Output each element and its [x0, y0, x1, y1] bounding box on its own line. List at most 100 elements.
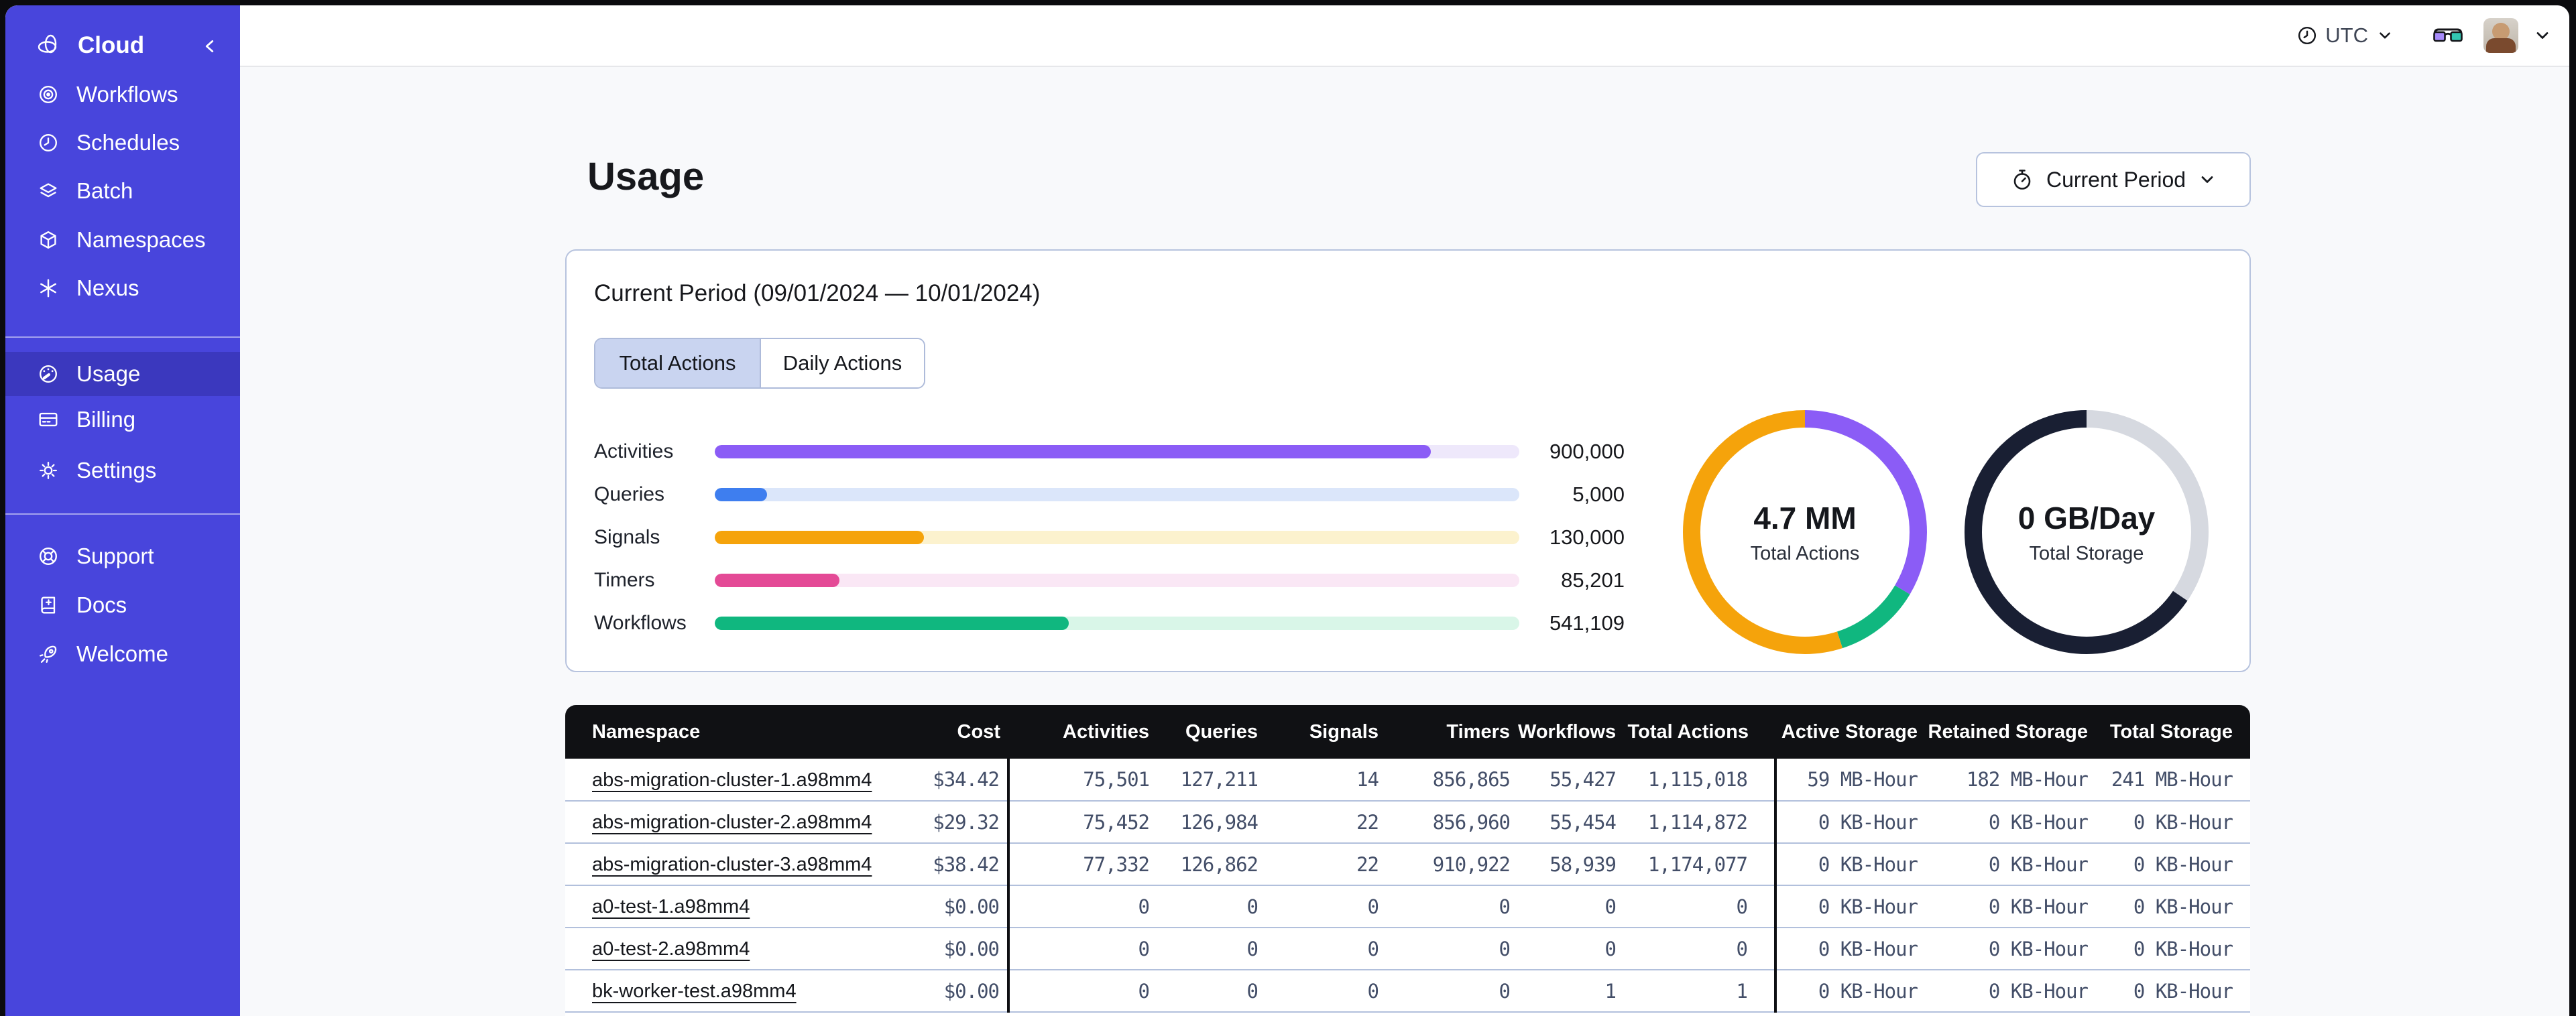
- value-cell: 856,865: [1387, 759, 1518, 802]
- column-header: Timers: [1387, 705, 1518, 759]
- value-cell: 0: [1157, 928, 1266, 970]
- namespace-link[interactable]: abs-migration-cluster-2.a98mm4: [592, 812, 872, 833]
- namespace-link[interactable]: bk-worker-test.a98mm4: [592, 980, 797, 1002]
- bar-track: [715, 445, 1519, 458]
- bar-category-label: Signals: [594, 526, 660, 548]
- value-cell: 0 KB-Hour: [1923, 885, 2093, 928]
- bar-category-label: Timers: [594, 569, 655, 591]
- value-cell: 22: [1266, 801, 1387, 844]
- sidebar-item-workflows[interactable]: Workflows: [5, 70, 240, 119]
- sidebar-item-label: Welcome: [76, 641, 168, 666]
- sidebar-item-nexus[interactable]: Nexus: [5, 264, 240, 312]
- value-cell: 0 KB-Hour: [1774, 928, 1923, 970]
- value-cell: $0.00: [803, 928, 1008, 970]
- bar-fill: [715, 617, 1069, 630]
- column-header: Workflows: [1518, 705, 1624, 759]
- sidebar: Cloud Workflows Schedules Batch Namespac…: [5, 5, 240, 1016]
- sidebar-item-usage[interactable]: Usage: [5, 352, 240, 396]
- value-cell: 1,115,018: [1624, 759, 1775, 802]
- sidebar-item-docs[interactable]: Docs: [5, 581, 240, 629]
- sidebar-item-namespaces[interactable]: Namespaces: [5, 216, 240, 264]
- namespace-cell: bk-worker-test.a98mm4: [565, 970, 803, 1013]
- sidebar-item-schedules[interactable]: Schedules: [5, 119, 240, 167]
- value-cell: 1,174,077: [1624, 843, 1775, 886]
- sidebar-item-settings[interactable]: Settings: [5, 446, 240, 495]
- namespace-link[interactable]: a0-test-2.a98mm4: [592, 938, 750, 960]
- donut-center-text: 0 GB/Day Total Storage: [1956, 401, 2217, 663]
- sidebar-item-label: Billing: [76, 407, 136, 432]
- period-selector-button[interactable]: Current Period: [1976, 152, 2251, 207]
- tab-total-actions[interactable]: Total Actions: [595, 339, 760, 387]
- value-cell: 22: [1266, 843, 1387, 886]
- welcome-rocket-icon: [40, 645, 57, 663]
- column-header: Total Actions: [1624, 705, 1775, 759]
- value-cell: 0: [1007, 928, 1157, 970]
- avatar[interactable]: [2483, 18, 2518, 53]
- bar-value: 130,000: [1549, 525, 1625, 549]
- tab-daily-actions[interactable]: Daily Actions: [760, 339, 924, 387]
- value-cell: 0: [1387, 970, 1518, 1013]
- sidebar-divider: [5, 513, 240, 515]
- namespace-cell: a0-test-1.a98mm4: [565, 885, 803, 928]
- value-cell: 1: [1518, 970, 1624, 1013]
- namespace-cell: abs-migration-cluster-2.a98mm4: [565, 801, 872, 844]
- donut-center-text: 4.7 MM Total Actions: [1674, 401, 1936, 663]
- table-row: a0-test-2.a98mm4 $0.00 0 0 0 0 0 0 0 KB-Hour 0 KB…: [565, 928, 2250, 970]
- sidebar-item-billing[interactable]: Billing: [5, 395, 240, 444]
- schedules-icon: [40, 134, 57, 151]
- bar-value: 900,000: [1549, 440, 1625, 463]
- topbar: UTC: [240, 5, 2569, 67]
- sidebar-collapse-icon[interactable]: [198, 35, 221, 61]
- billing-card-icon: [39, 412, 58, 427]
- value-cell: 0: [1007, 885, 1157, 928]
- value-cell: 182 MB-Hour: [1923, 759, 2093, 802]
- value-cell: 127,211: [1157, 759, 1266, 802]
- glasses-icon[interactable]: [2433, 26, 2463, 45]
- value-cell: 0: [1157, 970, 1266, 1013]
- bar-track: [715, 617, 1519, 630]
- table-row: bk-worker-test.a98mm4 $0.00 0 0 0 0 1 1 0 KB-Hou…: [565, 970, 2250, 1013]
- value-cell: 0 KB-Hour: [1923, 801, 2093, 844]
- value-cell: 0 KB-Hour: [1923, 928, 2093, 970]
- account-menu-chevron-icon[interactable]: [2533, 26, 2552, 45]
- table-row: abs-migration-cluster-1.a98mm4 $34.42 75,5…: [565, 759, 2250, 802]
- column-header: Cost: [803, 705, 1008, 759]
- usage-bar-row: Workflows 541,109: [594, 611, 1625, 635]
- sidebar-item-welcome[interactable]: Welcome: [5, 630, 240, 678]
- namespace-cell: abs-migration-cluster-1.a98mm4: [565, 759, 872, 802]
- usage-bar-row: Signals 130,000: [594, 525, 1625, 549]
- value-cell: 910,922: [1387, 843, 1518, 886]
- value-cell: 856,960: [1387, 801, 1518, 844]
- value-cell: 0 KB-Hour: [2093, 970, 2250, 1013]
- namespace-link[interactable]: abs-migration-cluster-3.a98mm4: [592, 854, 872, 875]
- timezone-selector[interactable]: UTC: [2296, 23, 2394, 48]
- value-cell: 0: [1007, 970, 1157, 1013]
- sidebar-item-batch[interactable]: Batch: [5, 167, 240, 215]
- value-cell: 126,984: [1157, 801, 1266, 844]
- value-cell: 0 KB-Hour: [1774, 843, 1923, 886]
- bar-fill: [715, 445, 1431, 458]
- sidebar-item-label: Settings: [76, 458, 157, 483]
- value-cell: 1,114,872: [1624, 801, 1775, 844]
- value-cell: 0: [1157, 885, 1266, 928]
- app-window: Cloud Workflows Schedules Batch Namespac…: [5, 5, 2569, 1016]
- sidebar-item-label: Batch: [76, 178, 133, 203]
- total-actions-value: 4.7 MM: [1753, 500, 1857, 535]
- settings-gear-icon: [40, 462, 57, 479]
- value-cell: 1: [1624, 970, 1775, 1013]
- card-title: Current Period (09/01/2024 — 10/01/2024): [594, 280, 1041, 306]
- bar-value: 541,109: [1549, 611, 1625, 635]
- sidebar-divider: [5, 336, 240, 338]
- namespace-cell: a0-test-2.a98mm4: [565, 928, 803, 970]
- bar-track: [715, 488, 1519, 501]
- actions-tab-group: Total Actions Daily Actions: [594, 338, 925, 389]
- namespace-link[interactable]: abs-migration-cluster-1.a98mm4: [592, 769, 872, 791]
- support-lifebuoy-icon: [40, 548, 57, 565]
- current-period-card: Current Period (09/01/2024 — 10/01/2024)…: [565, 249, 2251, 672]
- total-storage-donut: 0 GB/Day Total Storage: [1956, 401, 2217, 663]
- namespace-link[interactable]: a0-test-1.a98mm4: [592, 896, 750, 917]
- sidebar-item-support[interactable]: Support: [5, 532, 240, 580]
- value-cell: 55,427: [1518, 759, 1624, 802]
- total-storage-label: Total Storage: [2029, 542, 2144, 564]
- bar-value: 85,201: [1561, 568, 1625, 592]
